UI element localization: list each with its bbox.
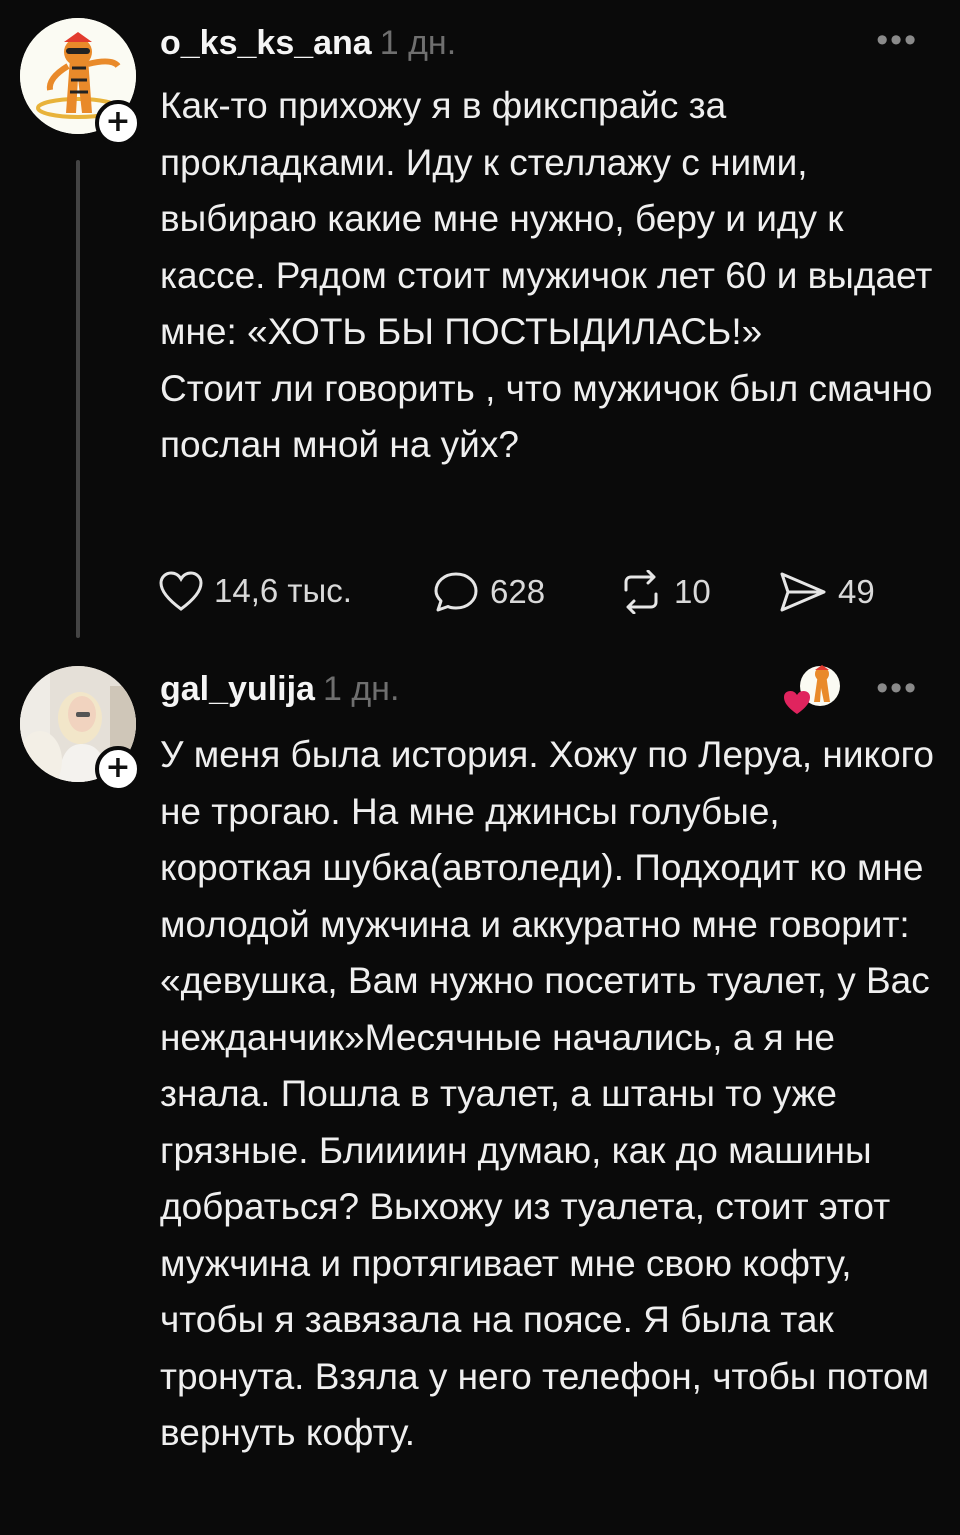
liked-by-author-badge: [784, 664, 844, 716]
thread-line: [76, 160, 80, 638]
username-text[interactable]: gal_yulija: [160, 670, 315, 708]
comment-age: 1 дн.: [379, 24, 457, 62]
like-count: 14,6 тыс.: [214, 572, 352, 609]
comment-paragraph: Стоит ли говорить , что мужичок был смач…: [160, 367, 933, 466]
more-options-button[interactable]: •••: [876, 671, 918, 705]
repost-button[interactable]: 10: [618, 570, 711, 614]
username[interactable]: gal_yulija 1 дн.: [160, 670, 399, 709]
reply-count: 628: [490, 573, 546, 610]
username-text[interactable]: o_ks_ks_ana: [160, 24, 372, 62]
comment-age: 1 дн.: [322, 670, 400, 708]
follow-button[interactable]: +: [95, 746, 141, 792]
like-button[interactable]: 14,6 тыс.: [158, 570, 352, 612]
reply-button[interactable]: 628: [432, 570, 545, 614]
follow-button[interactable]: +: [95, 100, 141, 146]
comment-bubble-icon: [434, 572, 478, 612]
comment-actions: 14,6 тыс. 628 10 49: [158, 570, 898, 614]
repost-count: 10: [674, 573, 711, 610]
author-liked-heart-icon: [784, 665, 840, 714]
heart-icon: [159, 571, 203, 611]
share-button[interactable]: 49: [778, 570, 875, 614]
comment-paragraph: У меня была история. Хожу по Леруа, нико…: [160, 734, 934, 1453]
comment-text: Как-то прихожу я в фикспрайс за прокладк…: [160, 78, 940, 474]
username[interactable]: o_ks_ks_ana 1 дн.: [160, 24, 456, 63]
comment-paragraph: Как-то прихожу я в фикспрайс за прокладк…: [160, 85, 933, 352]
send-icon: [780, 572, 826, 612]
repost-arrows-icon: [624, 570, 658, 614]
comment-text: У меня была история. Хожу по Леруа, нико…: [160, 727, 940, 1462]
more-options-button[interactable]: •••: [876, 23, 918, 57]
share-count: 49: [838, 573, 875, 610]
